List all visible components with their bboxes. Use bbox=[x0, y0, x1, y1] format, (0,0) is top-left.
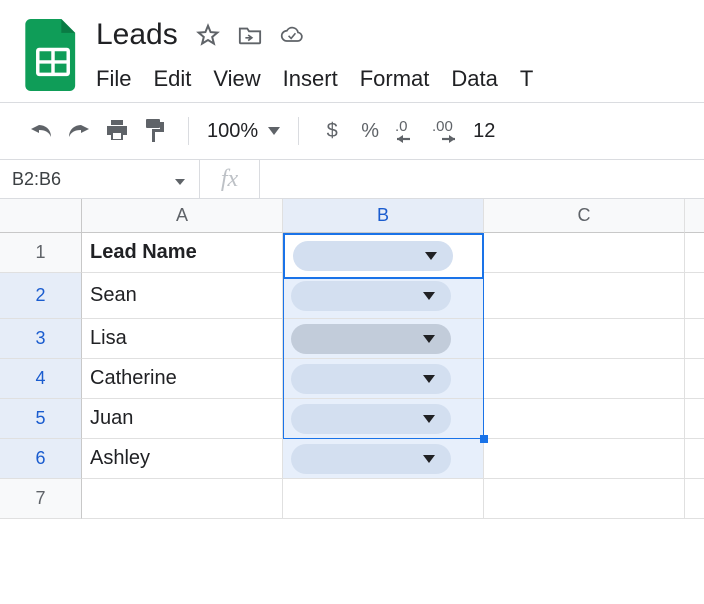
cell-c5[interactable] bbox=[484, 399, 685, 439]
cell-edge bbox=[685, 439, 704, 479]
star-icon[interactable] bbox=[196, 23, 220, 47]
doc-title[interactable]: Leads bbox=[96, 18, 178, 52]
cell-b6[interactable] bbox=[283, 439, 484, 479]
format-percent-button[interactable]: % bbox=[351, 120, 389, 143]
cell-b5[interactable] bbox=[283, 399, 484, 439]
toolbar: 100% $ % .0 .00 12 bbox=[0, 103, 704, 159]
cell-a3[interactable]: Lisa bbox=[82, 319, 283, 359]
row-header-3[interactable]: 3 bbox=[0, 319, 82, 359]
decrease-decimal-button[interactable]: .0 bbox=[389, 112, 427, 150]
row-header-1[interactable]: 1 bbox=[0, 233, 82, 273]
spreadsheet-grid[interactable]: A B C 1 Lead Name Location 2 Sean 3 Lisa… bbox=[0, 199, 704, 519]
cell-edge bbox=[685, 479, 704, 519]
zoom-value: 100% bbox=[207, 120, 258, 143]
cell-b3[interactable] bbox=[283, 319, 484, 359]
cell-a4[interactable]: Catherine bbox=[82, 359, 283, 399]
toolbar-separator bbox=[298, 117, 299, 145]
print-button[interactable] bbox=[98, 112, 136, 150]
menu-format[interactable]: Format bbox=[360, 66, 430, 92]
app-header: Leads File Edit View bbox=[0, 0, 704, 92]
chevron-down-icon bbox=[423, 335, 435, 343]
dropdown-chip[interactable] bbox=[291, 404, 451, 434]
chevron-down-icon bbox=[423, 455, 435, 463]
cell-a1[interactable]: Lead Name bbox=[82, 233, 283, 273]
sheets-logo[interactable] bbox=[20, 22, 86, 88]
increase-decimal-button[interactable]: .00 bbox=[427, 112, 473, 150]
formula-input[interactable] bbox=[260, 160, 704, 198]
svg-text:.0: .0 bbox=[395, 118, 408, 135]
row-header-5[interactable]: 5 bbox=[0, 399, 82, 439]
row-header-7[interactable]: 7 bbox=[0, 479, 82, 519]
dropdown-chip[interactable] bbox=[291, 444, 451, 474]
cell-b1[interactable]: Location bbox=[283, 233, 484, 273]
cell-b4[interactable] bbox=[283, 359, 484, 399]
chevron-down-icon bbox=[423, 375, 435, 383]
chevron-down-icon bbox=[423, 415, 435, 423]
chevron-down-icon bbox=[268, 127, 280, 135]
cell-a5[interactable]: Juan bbox=[82, 399, 283, 439]
cell-a6[interactable]: Ashley bbox=[82, 439, 283, 479]
cell-b2[interactable] bbox=[283, 273, 484, 319]
dropdown-chip[interactable] bbox=[291, 281, 451, 311]
menu-tools-partial[interactable]: T bbox=[520, 66, 533, 92]
cell-c4[interactable] bbox=[484, 359, 685, 399]
chevron-down-icon bbox=[175, 169, 185, 190]
cell-edge bbox=[685, 359, 704, 399]
name-box[interactable]: B2:B6 bbox=[0, 160, 200, 198]
menu-insert[interactable]: Insert bbox=[283, 66, 338, 92]
row-header-4[interactable]: 4 bbox=[0, 359, 82, 399]
font-size-partial[interactable]: 12 bbox=[473, 120, 495, 143]
sheets-file-icon bbox=[25, 19, 81, 91]
paint-format-button[interactable] bbox=[136, 112, 174, 150]
cell-edge bbox=[685, 233, 704, 273]
svg-text:.00: .00 bbox=[432, 118, 453, 135]
menu-view[interactable]: View bbox=[213, 66, 260, 92]
cell-c2[interactable] bbox=[484, 273, 685, 319]
selection-fill-handle[interactable] bbox=[480, 435, 488, 443]
name-box-value: B2:B6 bbox=[12, 169, 61, 190]
menu-file[interactable]: File bbox=[96, 66, 131, 92]
format-currency-button[interactable]: $ bbox=[313, 120, 351, 143]
select-all-corner[interactable] bbox=[0, 199, 82, 233]
menu-data[interactable]: Data bbox=[451, 66, 497, 92]
move-icon[interactable] bbox=[238, 23, 262, 47]
undo-button[interactable] bbox=[22, 112, 60, 150]
cell-b7[interactable] bbox=[283, 479, 484, 519]
chevron-down-icon bbox=[423, 292, 435, 300]
menu-bar: File Edit View Insert Format Data T bbox=[96, 66, 704, 92]
column-header-b[interactable]: B bbox=[283, 199, 484, 233]
toolbar-separator bbox=[188, 117, 189, 145]
column-header-a[interactable]: A bbox=[82, 199, 283, 233]
dropdown-chip[interactable] bbox=[291, 324, 451, 354]
dropdown-chip[interactable] bbox=[291, 364, 451, 394]
fx-label: fx bbox=[200, 160, 260, 198]
cloud-saved-icon[interactable] bbox=[280, 23, 304, 47]
cell-c7[interactable] bbox=[484, 479, 685, 519]
column-header-c[interactable]: C bbox=[484, 199, 685, 233]
menu-edit[interactable]: Edit bbox=[153, 66, 191, 92]
cell-a2[interactable]: Sean bbox=[82, 273, 283, 319]
cell-a7[interactable] bbox=[82, 479, 283, 519]
row-header-2[interactable]: 2 bbox=[0, 273, 82, 319]
column-header-edge bbox=[685, 199, 704, 233]
cell-c1[interactable] bbox=[484, 233, 685, 273]
cell-c3[interactable] bbox=[484, 319, 685, 359]
cell-c6[interactable] bbox=[484, 439, 685, 479]
row-header-6[interactable]: 6 bbox=[0, 439, 82, 479]
cell-edge bbox=[685, 273, 704, 319]
cell-edge bbox=[685, 399, 704, 439]
redo-button[interactable] bbox=[60, 112, 98, 150]
zoom-dropdown[interactable]: 100% bbox=[203, 120, 284, 143]
cell-edge bbox=[685, 319, 704, 359]
formula-bar-row: B2:B6 fx bbox=[0, 159, 704, 199]
